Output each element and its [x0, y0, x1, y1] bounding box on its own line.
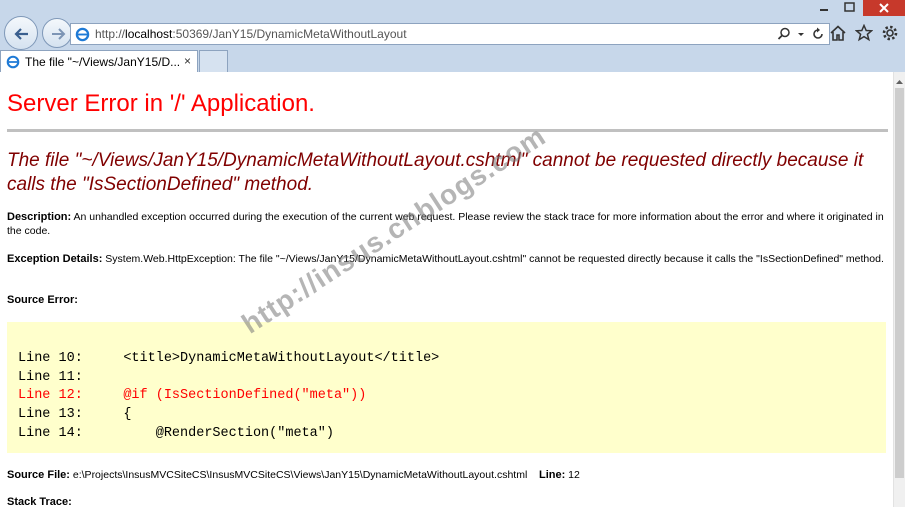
code-line-error: Line 12: @if (IsSectionDefined("meta")): [18, 388, 367, 403]
tab-active[interactable]: The file "~/Views/JanY15/D... ×: [0, 50, 198, 72]
close-window-button[interactable]: [863, 0, 905, 16]
forward-button[interactable]: [42, 18, 72, 48]
minimize-button[interactable]: [811, 0, 837, 16]
exception-label: Exception Details:: [7, 253, 103, 265]
code-line: Line 14: @RenderSection("meta"): [18, 426, 334, 441]
tab-title: The file "~/Views/JanY15/D...: [25, 55, 181, 69]
scroll-thumb[interactable]: [895, 88, 904, 478]
maximize-icon: [844, 2, 855, 12]
home-icon[interactable]: [829, 24, 847, 42]
forward-arrow-icon: [52, 28, 66, 40]
browser-chrome: http://localhost:50369/JanY15/DynamicMet…: [0, 0, 905, 72]
chevron-down-icon[interactable]: [797, 27, 805, 41]
back-arrow-icon: [14, 28, 28, 40]
vertical-scrollbar[interactable]: [893, 72, 905, 507]
tab-close-icon[interactable]: ×: [184, 54, 191, 68]
scroll-up-arrow-icon[interactable]: [894, 76, 905, 88]
ie-tab-icon: [6, 55, 20, 69]
code-line: Line 11:: [18, 370, 83, 385]
page-content: Server Error in '/' Application. The fil…: [0, 72, 893, 507]
close-icon: [879, 3, 889, 13]
page-title: Server Error in '/' Application.: [7, 90, 315, 117]
line-label: Line:: [538, 469, 566, 481]
source-file-label: Source File:: [7, 469, 70, 481]
refresh-icon[interactable]: [811, 27, 825, 41]
tab-bar: The file "~/Views/JanY15/D... ×: [0, 50, 905, 72]
title-divider: [7, 129, 888, 132]
code-line: Line 13: {: [18, 407, 132, 422]
source-file-path: e:\Projects\InsusMVCSiteCS\InsusMVCSiteC…: [69, 469, 528, 481]
source-error-label: Source Error:: [7, 294, 78, 306]
url-text: http://localhost:50369/JanY15/DynamicMet…: [95, 27, 407, 41]
favorites-star-icon[interactable]: [855, 24, 873, 42]
description-label: Description:: [7, 211, 72, 223]
maximize-button[interactable]: [837, 0, 863, 16]
gear-icon[interactable]: [881, 24, 899, 42]
browser-toolbar-icons: [829, 24, 899, 42]
code-line: Line 10: <title>DynamicMetaWithoutLayout…: [18, 351, 440, 366]
search-icon[interactable]: [777, 27, 791, 41]
address-bar[interactable]: http://localhost:50369/JanY15/DynamicMet…: [70, 23, 830, 45]
stack-trace-label: Stack Trace:: [7, 496, 72, 507]
minimize-icon: [820, 9, 828, 11]
line-number: 12: [565, 469, 580, 481]
exception-details: Exception Details: System.Web.HttpExcept…: [7, 252, 887, 266]
new-tab-button[interactable]: [199, 50, 228, 72]
source-code-box: Line 10: <title>DynamicMetaWithoutLayout…: [7, 322, 886, 453]
source-file: Source File: e:\Projects\InsusMVCSiteCS\…: [7, 469, 580, 481]
ie-page-icon: [75, 27, 90, 42]
back-button[interactable]: [4, 16, 38, 50]
exception-text: System.Web.HttpException: The file "~/Vi…: [102, 253, 884, 265]
address-tools: [777, 27, 825, 41]
